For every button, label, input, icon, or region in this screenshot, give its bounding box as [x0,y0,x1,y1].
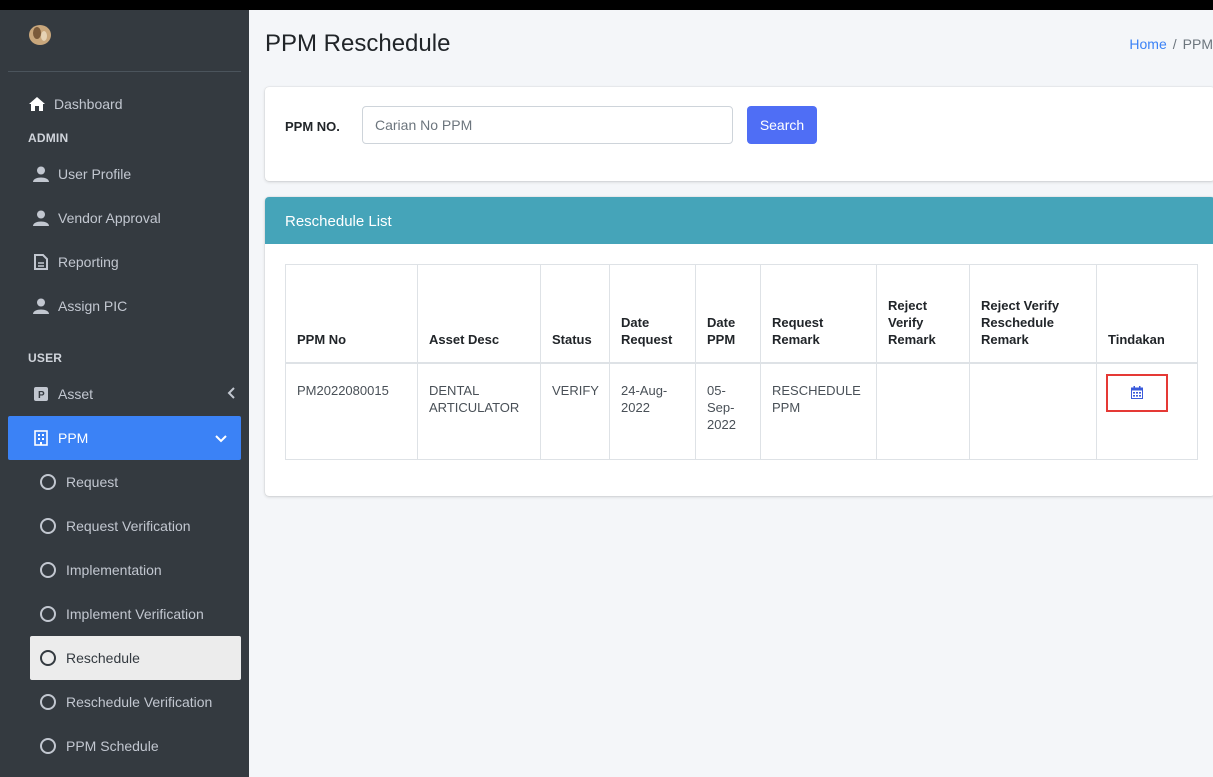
calendar-icon [1131,386,1143,399]
cell-date-request: 24-Aug-2022 [609,362,696,460]
sidebar-subitem-label: Request Verification [66,518,191,534]
column-header-status: Status [540,264,610,364]
user-icon [32,166,50,182]
sidebar-subitem-implementation[interactable]: Implementation [0,548,249,592]
cell-request-remark: RESCHEDULE PPM [760,362,877,460]
reschedule-table: PPM No Asset Desc Status Date Request Da… [285,264,1198,460]
cell-ppm-no: PM2022080015 [285,362,418,460]
brand-area [8,10,241,72]
sidebar-subitem-reschedule-verification[interactable]: Reschedule Verification [0,680,249,724]
sidebar-item-label: Dashboard [54,96,123,112]
brand-logo-icon[interactable] [28,24,52,46]
breadcrumb-current: PPM [1182,36,1213,52]
page-title: PPM Reschedule [265,30,451,57]
column-header-request-remark: Request Remark [760,264,877,364]
sidebar-nav: Dashboard ADMIN User Profile Vendor Appr… [0,72,249,768]
sidebar-subitem-label: Reschedule [66,650,140,666]
sidebar-item-user-profile[interactable]: User Profile [0,152,249,196]
nav-header-admin: ADMIN [28,131,69,145]
sidebar-item-reporting[interactable]: Reporting [0,240,249,284]
cell-status: VERIFY [540,362,610,460]
circle-icon [40,518,56,534]
column-header-ppm-no: PPM No [285,264,418,364]
column-header-reject-verify-reschedule-remark: Reject Verify Reschedule Remark [969,264,1097,364]
cell-tindakan [1096,362,1198,460]
breadcrumb-home-link[interactable]: Home [1129,36,1166,52]
sidebar-item-label: PPM [58,430,89,446]
ppm-search-input[interactable] [362,106,733,144]
main-content: PPM Reschedule Home / PPM PPM NO. Search R… [249,10,1213,777]
table-row: PM2022080015 DENTAL ARTICULATOR VERIFY 2… [285,362,1198,460]
sidebar-subitem-label: PPM Schedule [66,738,159,754]
sidebar: Dashboard ADMIN User Profile Vendor Appr… [0,10,249,777]
chevron-left-icon [227,386,235,402]
sidebar-item-vendor-approval[interactable]: Vendor Approval [0,196,249,240]
parking-icon: P [32,387,50,401]
sidebar-item-label: Reporting [58,254,119,270]
circle-icon [40,694,56,710]
svg-text:P: P [38,390,45,401]
sidebar-item-dashboard[interactable]: Dashboard [0,84,249,124]
sidebar-subitem-label: Implement Verification [66,606,204,622]
sidebar-subitem-ppm-schedule[interactable]: PPM Schedule [0,724,249,768]
breadcrumb-separator: / [1172,36,1177,52]
column-header-tindakan: Tindakan [1096,264,1198,364]
cell-asset-desc: DENTAL ARTICULATOR [417,362,541,460]
sidebar-item-label: Vendor Approval [58,210,161,226]
sidebar-item-ppm[interactable]: PPM [8,416,241,460]
circle-icon [40,606,56,622]
search-button[interactable]: Search [747,106,817,144]
building-icon [32,430,50,446]
reschedule-list-card: Reschedule List PPM No Asset Desc Status… [265,197,1213,496]
sidebar-subitem-implement-verification[interactable]: Implement Verification [0,592,249,636]
card-body: PPM No Asset Desc Status Date Request Da… [265,244,1213,460]
breadcrumb: Home / PPM [1129,36,1213,52]
user-icon [32,210,50,226]
sidebar-item-label: Asset [58,386,94,402]
sidebar-item-assign-pic[interactable]: Assign PIC [0,284,249,328]
sidebar-subitem-label: Request [66,474,119,490]
document-icon [32,254,50,270]
cell-reject-verify-remark [876,362,970,460]
sidebar-subitem-label: Reschedule Verification [66,694,213,710]
circle-icon [40,474,56,490]
column-header-date-request: Date Request [609,264,696,364]
circle-icon [40,738,56,754]
sidebar-item-label: User Profile [58,166,132,182]
home-icon [28,97,46,111]
circle-icon [40,650,56,666]
circle-icon [40,562,56,578]
chevron-down-icon [215,430,227,446]
card-title: Reschedule List [265,197,1213,244]
sidebar-subitem-request[interactable]: Request [0,460,249,504]
sidebar-subitem-request-verification[interactable]: Request Verification [0,504,249,548]
nav-header-user: USER [28,351,63,365]
sidebar-item-asset[interactable]: P Asset [0,372,249,416]
user-icon [32,298,50,314]
column-header-reject-verify-remark: Reject Verify Remark [876,264,970,364]
ppm-no-label: PPM NO. [285,119,340,134]
search-card: PPM NO. Search [265,87,1213,181]
sidebar-item-label: Assign PIC [58,298,128,314]
sidebar-subitem-label: Implementation [66,562,162,578]
table-header-row: PPM No Asset Desc Status Date Request Da… [285,264,1198,364]
cell-reject-verify-reschedule-remark [969,362,1097,460]
column-header-asset-desc: Asset Desc [417,264,541,364]
cell-date-ppm: 05-Sep-2022 [695,362,761,460]
reschedule-action-button[interactable] [1106,373,1168,412]
sidebar-subitem-reschedule[interactable]: Reschedule [30,636,241,680]
column-header-date-ppm: Date PPM [695,264,761,364]
